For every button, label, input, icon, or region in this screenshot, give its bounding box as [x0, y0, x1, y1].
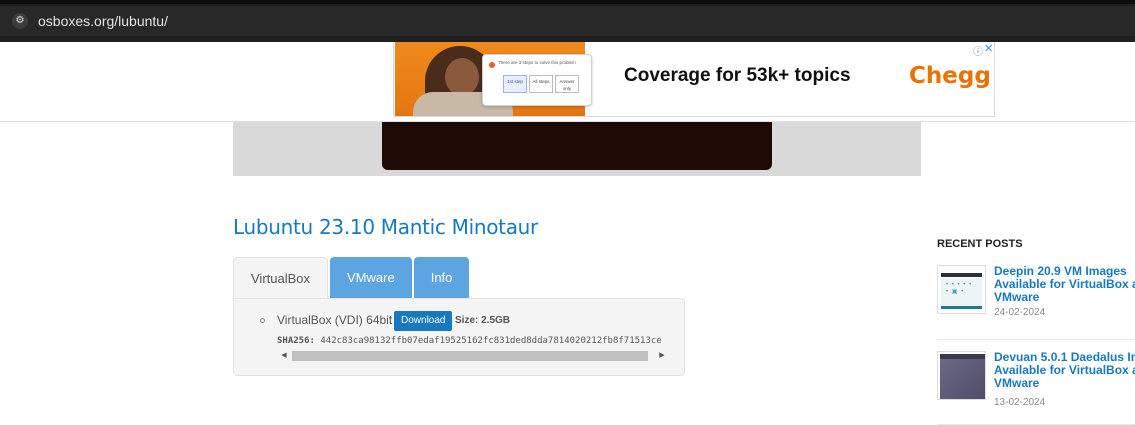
ad-bar: There are 3 steps to solve this problem …: [0, 42, 1135, 122]
url-text[interactable]: osboxes.org/lubuntu/: [38, 13, 168, 29]
ad-steps-card: There are 3 steps to solve this problem …: [482, 54, 592, 106]
ad-headline[interactable]: Coverage for 53k+ topics: [624, 65, 851, 87]
ad-person-face: [445, 58, 479, 96]
tab-info[interactable]: Info: [413, 257, 470, 299]
divider: [937, 339, 1135, 340]
thumb-icons: • • • • • • ▣ •: [946, 282, 973, 295]
file-size: Size: 2.5GB: [455, 315, 511, 326]
scroll-left-icon[interactable]: ◀: [277, 350, 291, 362]
tab-vmware[interactable]: VMware: [330, 257, 412, 299]
download-tabs: VirtualBox VMware Info: [233, 257, 471, 299]
ad-steps: 1st step All steps Answer only: [503, 75, 579, 93]
ad-info-icon[interactable]: ⓘ: [973, 43, 983, 58]
scroll-right-icon[interactable]: ▶: [655, 350, 669, 362]
sha256-label: SHA256:: [277, 336, 315, 346]
post-thumbnail[interactable]: [937, 351, 986, 400]
tune-icon[interactable]: ⚙: [12, 13, 28, 29]
post-link-line[interactable]: VMware: [994, 291, 1135, 304]
video-embed: [233, 122, 921, 176]
recent-posts-heading: RECENT POSTS: [937, 238, 1023, 250]
ad-brand-logo[interactable]: Chegg: [909, 63, 991, 89]
post-date: 24-02-2024: [994, 307, 1046, 318]
ad-banner[interactable]: There are 3 steps to solve this problem …: [393, 42, 995, 117]
horizontal-scrollbar[interactable]: ◀ ▶: [277, 350, 669, 362]
scrollbar-thumb[interactable]: [292, 351, 648, 361]
post-date: 13-02-2024: [994, 397, 1046, 408]
thumb-topbar: [940, 354, 985, 359]
thumb-topbar: [941, 273, 982, 277]
sha256-line: SHA256: 442c83ca98132ffb07edaf19525162fc…: [277, 336, 669, 346]
recent-post-link[interactable]: Deepin 20.9 VM Images Available for Virt…: [994, 265, 1135, 304]
browser-toolbar: ⚙ osboxes.org/lubuntu/: [0, 0, 1135, 42]
download-label: VirtualBox (VDI) 64bit: [277, 313, 393, 327]
sha256-value: 442c83ca98132ffb07edaf19525162fc831ded8d…: [320, 336, 662, 346]
ad-step: All steps: [529, 75, 553, 93]
address-bar[interactable]: [0, 6, 1135, 36]
download-button[interactable]: Download: [394, 311, 453, 331]
tab-strip: [0, 0, 1135, 4]
ad-step: Answer only: [555, 75, 579, 93]
ad-step: 1st step: [503, 75, 527, 93]
tab-panel: VirtualBox (VDI) 64bit Download Size: 2.…: [233, 298, 685, 376]
ad-card-dot-icon: [489, 62, 495, 68]
recent-post-link[interactable]: Devuan 5.0.1 Daedalus Imag Available for…: [994, 351, 1135, 390]
post-link-line[interactable]: VMware: [994, 377, 1135, 390]
bullet-icon: [260, 318, 265, 323]
ad-close-icon[interactable]: ✕: [984, 42, 993, 55]
thumb-desktop: [940, 354, 985, 399]
thumb-taskbar: [941, 306, 982, 309]
video-player[interactable]: [382, 122, 772, 170]
post-thumbnail[interactable]: • • • • • • ▣ •: [937, 265, 986, 314]
tab-virtualbox[interactable]: VirtualBox: [233, 257, 329, 299]
post-title[interactable]: Lubuntu 23.10 Mantic Minotaur: [233, 215, 538, 239]
ad-card-text: There are 3 steps to solve this problem: [498, 60, 576, 65]
